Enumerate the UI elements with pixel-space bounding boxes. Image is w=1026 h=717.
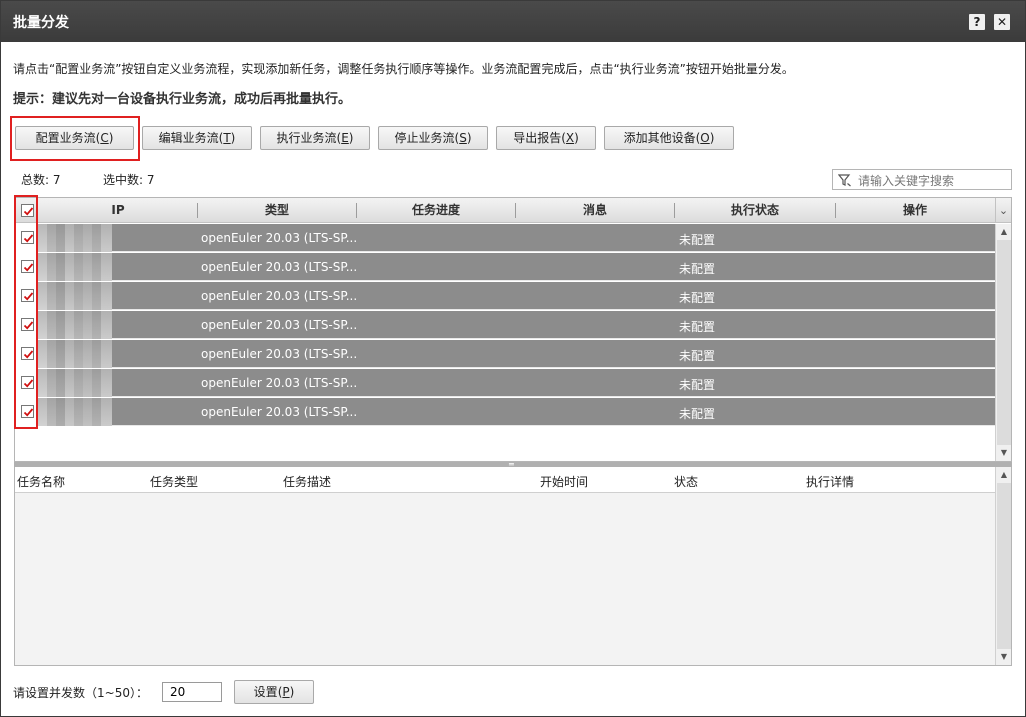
hint-text: 提示：建议先对一台设备执行业务流，成功后再批量执行。 [13,92,352,107]
table-row[interactable]: openEuler 20.03 (LTS-SP... 未配置 [15,369,995,397]
add-devices-label: 添加其他设备 [623,131,696,145]
execute-workflow-label: 执行业务流 [276,131,337,145]
ip-cell-masked [38,369,112,397]
type-cell: openEuler 20.03 (LTS-SP... [201,231,358,245]
edit-workflow-button[interactable]: 编辑业务流(T) [142,126,252,150]
column-message[interactable]: 消息 [516,198,674,223]
execute-workflow-button[interactable]: 执行业务流(E) [260,126,370,150]
export-report-label: 导出报告 [513,131,562,145]
row-checkbox[interactable] [21,260,34,273]
ip-cell-masked [38,253,112,281]
type-cell: openEuler 20.03 (LTS-SP... [201,376,358,390]
status-cell: 未配置 [679,378,716,392]
row-checkbox[interactable] [21,231,34,244]
ip-cell-masked [38,340,112,368]
row-checkbox[interactable] [21,289,34,302]
status-cell: 未配置 [679,262,716,276]
type-cell: openEuler 20.03 (LTS-SP... [201,318,358,332]
device-table: IP 类型 任务进度 消息 执行状态 操作 ⌄ openEuler 20.03 … [14,197,1012,462]
type-cell: openEuler 20.03 (LTS-SP... [201,289,358,303]
scroll-up-icon[interactable]: ▲ [996,467,1012,483]
set-concurrency-shortcut: P [282,685,290,699]
export-report-shortcut: X [565,131,575,145]
scrollbar-thumb[interactable] [997,240,1011,445]
export-report-button[interactable]: 导出报告(X) [496,126,596,150]
column-task-status[interactable]: 状态 [674,473,698,490]
add-devices-button[interactable]: 添加其他设备(O) [604,126,734,150]
dialog-title: 批量分发 [13,15,69,31]
table-row[interactable]: openEuler 20.03 (LTS-SP... 未配置 [15,398,995,426]
stop-workflow-label: 停止业务流 [394,131,455,145]
column-exec-status[interactable]: 执行状态 [675,198,835,223]
selected-count: 选中数: 7 [103,173,155,187]
status-cell: 未配置 [679,233,716,247]
ip-cell-masked [38,311,112,339]
table-row[interactable]: openEuler 20.03 (LTS-SP... 未配置 [15,224,995,252]
column-start-time[interactable]: 开始时间 [540,473,588,490]
column-action[interactable]: 操作 [836,198,994,223]
filter-icon [838,174,851,187]
column-type[interactable]: 类型 [198,198,356,223]
status-cell: 未配置 [679,320,716,334]
table-row[interactable]: openEuler 20.03 (LTS-SP... 未配置 [15,282,995,310]
stop-workflow-button[interactable]: 停止业务流(S) [378,126,488,150]
concurrency-label: 请设置并发数（1~50）： [13,686,148,700]
table-row[interactable]: openEuler 20.03 (LTS-SP... 未配置 [15,253,995,281]
task-table-scrollbar[interactable]: ▲ ▼ [995,467,1011,665]
table-row[interactable]: openEuler 20.03 (LTS-SP... 未配置 [15,311,995,339]
scroll-down-icon[interactable]: ▼ [996,649,1012,665]
select-all-checkbox[interactable] [21,204,34,217]
status-cell: 未配置 [679,349,716,363]
edit-workflow-shortcut: T [223,131,231,145]
ip-cell-masked [38,398,112,426]
add-devices-shortcut: O [700,131,710,145]
scrollbar-thumb[interactable] [997,483,1011,649]
column-progress[interactable]: 任务进度 [357,198,515,223]
configure-button-highlight [10,116,140,161]
column-ip[interactable]: IP [38,198,198,223]
total-count: 总数: 7 [21,173,61,187]
task-table: 任务名称 任务类型 任务描述 开始时间 状态 执行详情 ▲ ▼ [14,467,1012,666]
row-checkbox[interactable] [21,405,34,418]
column-task-type[interactable]: 任务类型 [150,473,198,490]
scroll-down-icon[interactable]: ▼ [996,445,1011,461]
table-row[interactable]: openEuler 20.03 (LTS-SP... 未配置 [15,340,995,368]
close-icon[interactable]: ✕ [994,14,1010,30]
task-table-header: 任务名称 任务类型 任务描述 开始时间 状态 执行详情 [15,467,995,493]
instruction-text: 请点击“配置业务流”按钮自定义业务流程，实现添加新任务，调整任务执行顺序等操作。… [13,62,794,76]
ip-cell-masked [38,282,112,310]
column-chooser-icon[interactable]: ⌄ [995,198,1011,223]
status-cell: 未配置 [679,407,716,421]
type-cell: openEuler 20.03 (LTS-SP... [201,347,358,361]
concurrency-input[interactable] [162,682,222,702]
type-cell: openEuler 20.03 (LTS-SP... [201,260,358,274]
execute-workflow-shortcut: E [341,131,349,145]
batch-distribution-dialog: 批量分发 ? ✕ 请点击“配置业务流”按钮自定义业务流程，实现添加新任务，调整任… [0,0,1026,717]
type-cell: openEuler 20.03 (LTS-SP... [201,405,358,419]
edit-workflow-label: 编辑业务流 [158,131,219,145]
ip-cell-masked [38,224,112,252]
scroll-up-icon[interactable]: ▲ [996,224,1011,240]
device-table-scrollbar[interactable]: ▲ ▼ [995,224,1011,461]
search-input[interactable]: 请输入关键字搜索 [832,169,1012,190]
row-checkbox[interactable] [21,318,34,331]
row-checkbox[interactable] [21,376,34,389]
set-concurrency-label: 设置 [253,685,278,699]
status-cell: 未配置 [679,291,716,305]
help-icon[interactable]: ? [969,14,985,30]
set-concurrency-button[interactable]: 设置(P) [234,680,314,704]
device-table-header: IP 类型 任务进度 消息 执行状态 操作 ⌄ [15,198,1011,223]
column-exec-details[interactable]: 执行详情 [806,473,854,490]
dialog-titlebar: 批量分发 ? ✕ [1,1,1025,42]
search-placeholder: 请输入关键字搜索 [858,174,955,188]
stop-workflow-shortcut: S [459,131,467,145]
column-task-name[interactable]: 任务名称 [17,473,65,490]
row-checkbox[interactable] [21,347,34,360]
column-task-desc[interactable]: 任务描述 [283,473,331,490]
